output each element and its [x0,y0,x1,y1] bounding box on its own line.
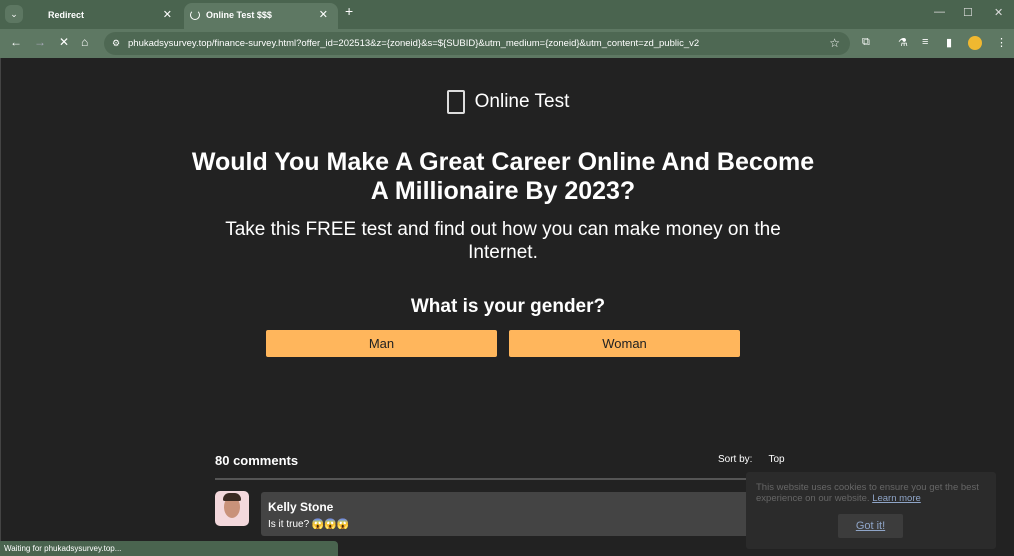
comment-text: Is it true? 😱😱😱 [268,519,350,530]
question: What is your gender? [410,296,606,317]
back-icon[interactable]: ← [10,35,22,49]
tab-strip: ⌄ Redirect ✕ Online Test $$$ ✕ + — ☐ ✕ [0,0,1014,29]
forward-icon[interactable]: → [34,35,46,49]
sidepanel-icon[interactable]: ▮ [946,36,952,49]
close-tab-icon[interactable]: ✕ [319,3,328,27]
menu-icon[interactable]: ⋮ [996,36,1007,49]
divider [215,478,783,480]
cookie-banner: This website uses cookies to ensure you … [746,472,996,549]
comment: Kelly Stone Is it true? 😱😱😱 [261,492,761,536]
media-icon[interactable]: ≡ [922,36,928,48]
woman-button[interactable]: Woman [509,330,740,357]
close-window-button[interactable]: ✕ [994,6,1003,19]
stop-icon[interactable]: ✕ [59,35,69,49]
tab-search-button[interactable]: ⌄ [5,5,23,23]
tab-online-test[interactable]: Online Test $$$ ✕ [184,3,338,29]
loading-spinner-icon [190,10,200,20]
subtitle: Take this FREE test and find out how you… [225,219,781,263]
document-list-icon [446,90,465,114]
address-bar[interactable]: ⚙ phukadsysurvey.top/finance-survey.html?… [104,32,850,55]
close-tab-icon[interactable]: ✕ [163,3,172,27]
browser-toolbar: ← → ✕ ⌂ ⚙ phukadsysurvey.top/finance-surv… [0,29,1014,58]
logo-text: Online Test [474,91,570,113]
learn-more-link[interactable]: Learn more [872,493,921,504]
new-tab-button[interactable]: + [345,3,353,19]
got-it-button[interactable]: Got it! [838,514,903,538]
tab-title: Online Test $$$ [206,10,272,20]
tab-redirect[interactable]: Redirect ✕ [32,3,182,29]
site-info-icon[interactable]: ⚙ [112,32,120,55]
extensions-icon[interactable]: ⧉ [862,36,870,49]
comment-count: 80 comments [215,453,299,468]
home-icon[interactable]: ⌂ [81,35,88,49]
bookmark-star-icon[interactable]: ☆ [829,32,840,55]
man-button[interactable]: Man [266,330,497,357]
sort-label: Sort by: [718,454,753,465]
avatar [215,491,249,526]
minimize-button[interactable]: — [934,6,945,18]
tab-title: Redirect [48,10,85,20]
sort-value[interactable]: Top [768,454,784,465]
labs-icon[interactable]: ⚗ [898,36,908,49]
maximize-button[interactable]: ☐ [963,6,973,19]
sort-control[interactable]: Sort by: Top [718,454,785,465]
headline: Would You Make A Great Career Online And… [191,148,815,205]
profile-avatar[interactable] [968,36,982,50]
url-text: phukadsysurvey.top/finance-survey.html?o… [128,38,700,49]
status-bar: Waiting for phukadsysurvey.top... [0,541,338,556]
comment-author: Kelly Stone [268,500,334,514]
cookie-text: This website uses cookies to ensure you … [756,482,979,504]
site-logo: Online Test [1,90,1014,114]
